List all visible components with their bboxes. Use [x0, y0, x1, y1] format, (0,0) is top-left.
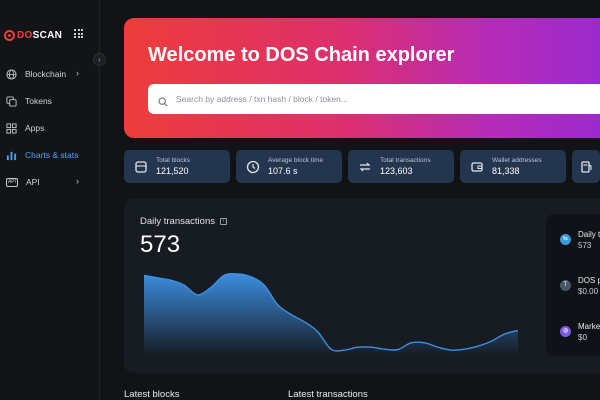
transfer-icon: ⇆ [560, 234, 571, 245]
chart-title: Daily transactions i [140, 216, 227, 227]
api-icon: API [6, 177, 18, 187]
stat-total-transactions: Total transactions 123,603 [348, 150, 454, 183]
token-icon: T [560, 280, 571, 291]
summary-card: ⇆ Daily t 573 T DOS p $0.00 ◍ Marke $0 [546, 214, 600, 356]
app-grid-icon[interactable] [74, 29, 83, 38]
chart-title-text: Daily transactions [140, 216, 215, 227]
stat-label: Total blocks [156, 157, 190, 164]
wallet-icon [470, 160, 484, 174]
stat-label: Wallet addresses [492, 157, 542, 164]
summary-value: $0 [578, 333, 587, 342]
apps-grid-icon [6, 122, 17, 134]
stat-label: Total transactions [380, 157, 431, 164]
latest-transactions-title: Latest transactions [288, 389, 368, 400]
sidebar-item-label: Apps [25, 123, 45, 133]
stat-value: 107.6 s [268, 166, 298, 176]
sidebar-item-label: API [26, 177, 40, 187]
info-icon[interactable]: i [219, 218, 227, 225]
stat-total-blocks: Total blocks 121,520 [124, 150, 230, 183]
tokens-icon [6, 95, 17, 107]
bar-chart-icon [6, 150, 17, 161]
chart-area [144, 273, 518, 356]
chevron-right-icon: › [76, 176, 79, 186]
logo-text: DOSCAN [17, 29, 63, 41]
sidebar-item-apps[interactable]: Apps [6, 120, 94, 136]
sidebar: DOSCAN Blockchain › Tokens Apps Charts &… [0, 0, 100, 400]
summary-value: 573 [578, 241, 592, 250]
daily-transactions-panel: Daily transactions i 573 [124, 198, 600, 373]
logo[interactable]: DOSCAN [4, 28, 62, 42]
sidebar-item-tokens[interactable]: Tokens [6, 93, 94, 109]
chevron-right-icon: › [76, 68, 79, 78]
stat-wallet-addresses: Wallet addresses 81,338 [460, 150, 566, 183]
summary-label: Daily t [578, 230, 600, 239]
cube-icon [134, 160, 148, 174]
stat-average-block-time: Average block time 107.6 s [236, 150, 342, 183]
stat-value: 121,520 [156, 166, 189, 176]
page-title: Welcome to DOS Chain explorer [148, 44, 455, 66]
stat-value: 81,338 [492, 166, 520, 176]
stat-value: 123,603 [380, 166, 413, 176]
search-bar[interactable] [148, 84, 600, 114]
clock-icon [246, 160, 260, 174]
sidebar-item-label: Tokens [25, 96, 52, 106]
collapse-sidebar-button[interactable]: ‹ [93, 53, 106, 66]
daily-transactions-chart[interactable] [144, 268, 518, 356]
summary-value: $0.00 [578, 287, 599, 296]
latest-blocks-title: Latest blocks [124, 389, 180, 400]
sidebar-item-api[interactable]: API API › [6, 174, 94, 190]
logo-icon [4, 29, 15, 41]
sidebar-item-label: Charts & stats [25, 150, 79, 160]
summary-label: Marke [578, 322, 600, 331]
sidebar-item-charts-stats[interactable]: Charts & stats [6, 147, 94, 163]
sidebar-item-label: Blockchain [25, 69, 67, 79]
search-input[interactable] [176, 94, 596, 104]
stat-label: Average block time [268, 157, 324, 164]
hero-banner: Welcome to DOS Chain explorer [124, 18, 600, 138]
search-icon [158, 94, 168, 107]
summary-label: DOS p [578, 276, 600, 285]
chart-current-value: 573 [140, 231, 181, 258]
sidebar-item-blockchain[interactable]: Blockchain › [6, 66, 94, 82]
transfer-icon [358, 160, 372, 174]
globe-icon [6, 68, 17, 80]
stat-gas [572, 150, 600, 183]
gas-pump-icon [580, 160, 594, 174]
globe-icon: ◍ [560, 326, 571, 337]
